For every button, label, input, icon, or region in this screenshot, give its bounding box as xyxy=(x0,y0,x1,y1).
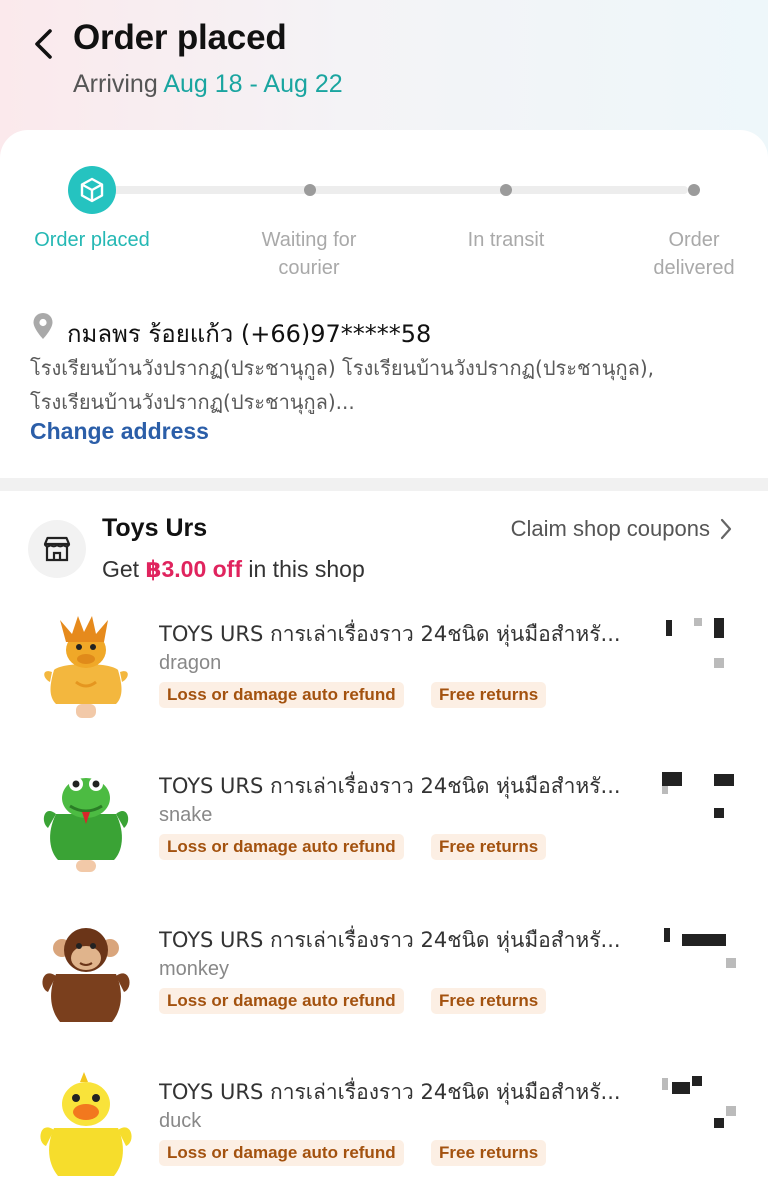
badge-auto-refund: Loss or damage auto refund xyxy=(159,834,404,860)
order-item[interactable]: TOYS URS การเล่าเรื่องราว 24ชนิด หุ่นมือ… xyxy=(0,764,768,894)
item-variant: duck xyxy=(159,1110,202,1132)
item-title: TOYS URS การเล่าเรื่องราว 24ชนิด หุ่นมือ… xyxy=(159,774,621,798)
step-label-delivered: Order delivered xyxy=(653,229,735,279)
monkey-puppet-icon xyxy=(42,928,130,1022)
step-label-in-transit: In transit xyxy=(467,229,545,251)
page-title: Order placed xyxy=(73,18,287,57)
badge-free-returns: Free returns xyxy=(431,1140,547,1166)
step-label-order-placed: Order placed xyxy=(34,229,150,251)
badge-free-returns: Free returns xyxy=(431,988,547,1014)
order-item[interactable]: TOYS URS การเล่าเรื่องราว 24ชนิด หุ่นมือ… xyxy=(0,918,768,1048)
address-line-2: โรงเรียนบ้านวังปรากฏ(ประชานุกูล)... xyxy=(30,390,355,414)
item-variant: snake xyxy=(159,804,213,826)
chevron-right-icon xyxy=(720,518,732,540)
item-title: TOYS URS การเล่าเรื่องราว 24ชนิด หุ่นมือ… xyxy=(159,1080,621,1104)
section-divider xyxy=(0,478,768,491)
coupon-prefix: Get xyxy=(102,556,140,582)
order-item[interactable]: TOYS URS การเล่าเรื่องราว 24ชนิด หุ่นมือ… xyxy=(0,612,768,742)
back-button[interactable] xyxy=(26,26,60,62)
location-pin-icon xyxy=(33,313,53,339)
progress-segment xyxy=(112,186,308,194)
step-dot-transit xyxy=(500,184,512,196)
arriving-dates: Aug 18 - Aug 22 xyxy=(163,70,343,98)
address-line-1: โรงเรียนบ้านวังปรากฏ(ประชานุกูล) โรงเรีย… xyxy=(30,356,655,380)
chevron-left-icon xyxy=(35,29,52,59)
recipient-name-phone: กมลพร ร้อยแก้ว (+66)97*****58 xyxy=(67,320,432,348)
duck-puppet-icon xyxy=(40,1072,132,1176)
badge-auto-refund: Loss or damage auto refund xyxy=(159,682,404,708)
claim-shop-coupons-button[interactable]: Claim shop coupons xyxy=(511,516,732,542)
order-item[interactable]: TOYS URS การเล่าเรื่องราว 24ชนิด หุ่นมือ… xyxy=(0,1070,768,1200)
claim-coupons-label: Claim shop coupons xyxy=(510,516,710,541)
badge-auto-refund: Loss or damage auto refund xyxy=(159,988,404,1014)
shop-coupon-text: Get ฿3.00 off in this shop xyxy=(102,556,365,583)
badge-auto-refund: Loss or damage auto refund xyxy=(159,1140,404,1166)
progress-segment xyxy=(312,186,504,194)
snake-puppet-icon xyxy=(43,777,129,872)
item-title: TOYS URS การเล่าเรื่องราว 24ชนิด หุ่นมือ… xyxy=(159,928,621,952)
step-order-placed-icon xyxy=(68,166,116,214)
badge-free-returns: Free returns xyxy=(431,682,547,708)
step-label-waiting: Waiting for courier xyxy=(261,229,357,279)
package-icon xyxy=(80,177,104,203)
step-dot-delivered xyxy=(688,184,700,196)
coupon-suffix: in this shop xyxy=(248,556,365,582)
shop-avatar[interactable] xyxy=(28,520,86,578)
item-title: TOYS URS การเล่าเรื่องราว 24ชนิด หุ่นมือ… xyxy=(159,622,621,646)
step-dot-waiting xyxy=(304,184,316,196)
arriving-label: Arriving xyxy=(73,70,158,98)
store-icon xyxy=(43,536,71,562)
coupon-amount: ฿3.00 off xyxy=(145,556,242,582)
badge-free-returns: Free returns xyxy=(431,834,547,860)
item-variant: dragon xyxy=(159,652,222,674)
item-variant: monkey xyxy=(159,958,230,980)
shop-name[interactable]: Toys Urs xyxy=(102,514,207,543)
dragon-puppet-icon xyxy=(44,616,128,718)
progress-segment xyxy=(508,186,688,194)
arrival-estimate: Arriving Aug 18 - Aug 22 xyxy=(73,70,343,99)
change-address-link[interactable]: Change address xyxy=(30,418,209,445)
